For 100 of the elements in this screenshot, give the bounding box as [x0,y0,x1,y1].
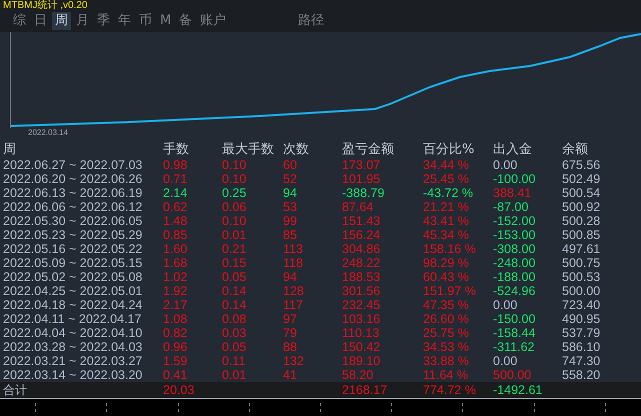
period-tab[interactable]: 综 [10,12,29,30]
table-cell: 2022.06.20 ~ 2022.06.26 [3,172,142,186]
table-cell: 188.53 [342,270,380,284]
table-cell: 497.61 [562,242,600,256]
table-cell: -87.00 [493,200,528,214]
table-cell: 1.92 [163,284,188,298]
table-cell: 25.75 % [423,326,469,340]
table-cell: -188.00 [493,270,536,284]
table-cell: 2.14 [163,186,188,200]
table-cell: 0.21 [222,242,246,256]
table-cell: 60 [283,158,297,172]
table-cell: -158.44 [493,326,536,340]
table-cell: 43.41 % [423,214,469,228]
table-cell: 113 [283,242,303,256]
period-tab[interactable]: 月 [73,12,92,30]
table-cell: 99 [283,214,297,228]
table-cell: 150.42 [342,340,380,354]
table-cell: 0.10 [222,214,246,228]
table-cell: 0.96 [163,340,188,354]
table-cell: 85 [283,228,297,242]
table-cell: 2022.03.28 ~ 2022.04.03 [3,340,142,354]
table-cell: 21.21 % [423,200,469,214]
table-cell: 2022.06.06 ~ 2022.06.12 [3,200,142,214]
column-header: 余额 [562,142,588,158]
table-cell: 2022.05.30 ~ 2022.06.05 [3,214,142,228]
column-header: 次数 [283,142,309,158]
table-cell: 2022.03.14 ~ 2022.03.20 [3,368,142,382]
period-tab[interactable]: 年 [115,12,134,30]
table-cell: 26.60 % [423,312,469,326]
table-cell: 87.64 [342,200,374,214]
period-tab[interactable]: 账户 [197,12,230,30]
table-cell: 2022.04.04 ~ 2022.04.10 [3,326,142,340]
table-cell: 94 [283,270,297,284]
table-cell: 47.35 % [423,298,469,312]
table-cell: 0.25 [222,186,246,200]
table-cell: 1.02 [163,270,188,284]
period-tab[interactable]: 备 [176,12,196,30]
table-cell: 537.79 [562,326,600,340]
table-cell: 0.14 [222,284,246,298]
table-cell: 173.07 [342,158,380,172]
table-cell: 0.10 [222,172,246,186]
table-cell: 558.20 [562,368,600,382]
table-cell: 110.13 [342,326,380,340]
period-tab[interactable]: 日 [31,12,50,30]
period-tab[interactable]: M [157,12,174,30]
table-cell: 248.22 [342,256,380,270]
period-tab[interactable]: 季 [94,12,113,30]
table-cell: 2022.05.09 ~ 2022.05.15 [3,256,142,270]
column-header: 出入金 [493,142,532,158]
table-cell: 0.06 [222,200,246,214]
table-cell: 117 [283,298,303,312]
column-header: 百分比% [423,142,474,158]
table-cell: -152.00 [493,214,536,228]
table-cell: 101.95 [342,172,380,186]
period-tab[interactable]: 路径 [295,12,327,30]
column-header: 周 [3,142,16,158]
table-cell: 304.86 [342,242,380,256]
table-cell: 2022.05.02 ~ 2022.05.08 [3,270,142,284]
table-cell: 1.48 [163,214,188,228]
table-cell: 2.17 [163,298,188,312]
table-cell: 0.01 [222,368,246,382]
table-cell: 500.85 [562,228,600,242]
table-cell: 0.41 [163,368,188,382]
table-cell: -524.96 [493,284,536,298]
table-cell: 98.29 % [423,256,469,270]
table-cell: 1.68 [163,256,188,270]
axis-date-label: 2022.03.14 [28,128,68,138]
total-cell: 2168.17 [342,383,388,397]
table-cell: 0.15 [222,256,246,270]
table-cell: 25.45 % [423,172,469,186]
table-cell: 0.82 [163,326,188,340]
table-cell: 189.10 [342,354,380,368]
table-cell: 11.64 % [423,368,468,382]
table-cell: 0.11 [222,354,246,368]
table-cell: 103.16 [342,312,380,326]
table-cell: 0.05 [222,270,246,284]
period-tab[interactable]: 周 [52,12,71,30]
table-cell: 132 [283,354,304,368]
table-cell: 502.49 [562,172,600,186]
table-cell: 60.43 % [423,270,469,284]
table-cell: 0.71 [163,172,188,186]
table-cell: 0.00 [493,298,518,312]
table-cell: 232.45 [342,298,380,312]
table-cell: 500.54 [562,186,600,200]
table-cell: 0.62 [163,200,188,214]
table-cell: 1.08 [163,312,188,326]
table-cell: 0.00 [493,354,518,368]
table-cell: 45.34 % [423,228,469,242]
period-tab[interactable]: 币 [136,12,155,30]
table-cell: 500.00 [562,284,600,298]
table-cell: 500.92 [562,200,600,214]
table-cell: 94 [283,186,297,200]
table-cell: 723.40 [562,298,600,312]
table-cell: 500.00 [493,368,532,382]
table-cell: -153.00 [493,228,536,242]
total-cell: -1492.61 [493,383,542,397]
table-cell: 0.10 [222,158,246,172]
table-cell: 490.95 [562,312,600,326]
table-cell: 0.08 [222,312,246,326]
table-cell: 2022.05.23 ~ 2022.05.29 [3,228,142,242]
